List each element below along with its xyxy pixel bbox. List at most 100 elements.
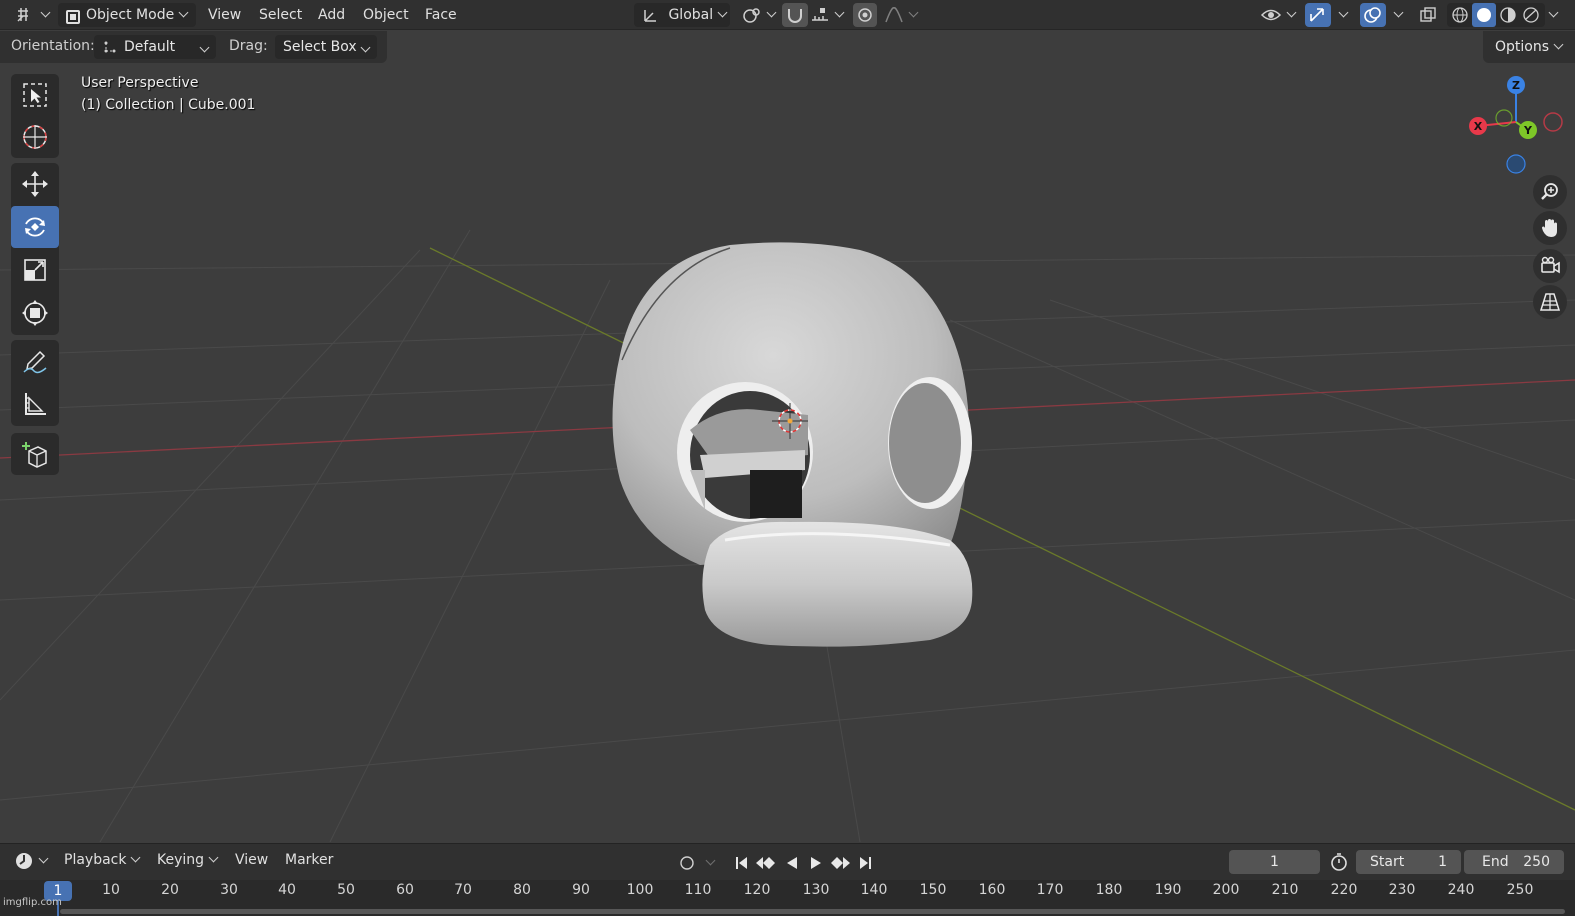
mesh-object[interactable] bbox=[612, 242, 973, 647]
gizmo-toggle[interactable] bbox=[1305, 3, 1331, 27]
camera-view-button[interactable] bbox=[1533, 249, 1567, 283]
solid-shading-button[interactable] bbox=[1472, 3, 1496, 27]
chevron-down-icon bbox=[1553, 39, 1564, 50]
ruler-tick: 10 bbox=[102, 882, 120, 898]
material-shading-icon[interactable] bbox=[1497, 3, 1519, 27]
timeline-ruler[interactable]: 10 20 30 40 50 60 70 80 90 100 110 120 1… bbox=[0, 880, 1575, 916]
ruler-tick: 220 bbox=[1330, 882, 1358, 898]
orientation-value: Default bbox=[124, 39, 176, 55]
next-keyframe-button[interactable] bbox=[829, 853, 851, 873]
end-label: End bbox=[1482, 854, 1509, 870]
falloff-curve-icon bbox=[885, 7, 903, 23]
gizmo-z-label: Z bbox=[1512, 79, 1520, 92]
menu-marker[interactable]: Marker bbox=[285, 852, 333, 868]
cursor-icon bbox=[23, 125, 47, 149]
ruler-tick: 110 bbox=[684, 882, 712, 898]
ruler-tick: 240 bbox=[1447, 882, 1475, 898]
play-button[interactable] bbox=[805, 853, 827, 873]
chevron-down-icon bbox=[766, 7, 777, 18]
overlays-dropdown[interactable] bbox=[1389, 3, 1404, 27]
chevron-down-icon bbox=[40, 7, 51, 18]
editor-type-button[interactable] bbox=[14, 3, 51, 27]
overlays-toggle[interactable] bbox=[1360, 3, 1386, 27]
jump-start-button[interactable] bbox=[730, 853, 752, 873]
proportional-editing-toggle[interactable] bbox=[853, 3, 877, 27]
magnet-icon bbox=[788, 9, 802, 23]
mode-dropdown[interactable]: Object Mode bbox=[58, 3, 196, 27]
tool-measure[interactable] bbox=[11, 383, 59, 425]
overlays-icon bbox=[1364, 7, 1381, 23]
drag-dropdown[interactable]: Select Box bbox=[275, 35, 377, 59]
jump-start-icon bbox=[736, 857, 747, 869]
play-reverse-button[interactable] bbox=[781, 853, 803, 873]
ruler-tick: 30 bbox=[220, 882, 238, 898]
mode-label: Object Mode bbox=[86, 7, 175, 23]
timeline-editor-type-button[interactable] bbox=[14, 851, 49, 871]
menu-view[interactable]: View bbox=[208, 3, 241, 27]
chevron-down-icon bbox=[908, 7, 919, 18]
menu-keying[interactable]: Keying bbox=[157, 852, 219, 868]
tool-cursor[interactable] bbox=[11, 116, 59, 158]
jump-end-button[interactable] bbox=[855, 853, 877, 873]
tool-scale[interactable] bbox=[11, 249, 59, 291]
perspective-toggle-button[interactable] bbox=[1533, 285, 1567, 319]
orientation-dropdown[interactable]: Default bbox=[94, 35, 216, 59]
menu-select[interactable]: Select bbox=[259, 3, 302, 27]
3d-view-icon bbox=[17, 8, 28, 22]
tool-rotate[interactable] bbox=[11, 206, 59, 248]
zoom-button[interactable] bbox=[1533, 175, 1567, 209]
snap-toggle[interactable] bbox=[782, 3, 808, 27]
tool-transform[interactable] bbox=[11, 292, 59, 334]
gizmo-x-label: X bbox=[1474, 120, 1483, 133]
ruler-tick: 120 bbox=[743, 882, 771, 898]
current-frame-field[interactable]: 1 bbox=[1229, 850, 1320, 874]
scale-icon bbox=[24, 259, 46, 281]
wireframe-shading-icon[interactable] bbox=[1449, 3, 1471, 27]
menu-playback[interactable]: Playback bbox=[56, 852, 141, 868]
transform-orientation-dropdown[interactable]: Global bbox=[634, 3, 730, 27]
keying-dropdown[interactable] bbox=[700, 853, 720, 873]
drag-value: Select Box bbox=[283, 39, 357, 55]
gizmo-dropdown[interactable] bbox=[1334, 3, 1349, 27]
select-box-icon bbox=[23, 83, 47, 107]
ruler-tick: 90 bbox=[572, 882, 590, 898]
start-frame-field[interactable]: Start 1 bbox=[1356, 850, 1461, 874]
options-dropdown[interactable]: Options bbox=[1483, 31, 1575, 63]
play-reverse-icon bbox=[787, 857, 797, 869]
menu-add[interactable]: Add bbox=[318, 3, 345, 27]
menu-object[interactable]: Object bbox=[363, 3, 409, 27]
auto-keying-toggle[interactable] bbox=[676, 853, 698, 873]
ruler-tick: 250 bbox=[1506, 882, 1534, 898]
visibility-dropdown[interactable] bbox=[1260, 3, 1297, 27]
xray-toggle[interactable] bbox=[1418, 3, 1438, 27]
pivot-point-dropdown[interactable] bbox=[742, 3, 777, 27]
transform-icon bbox=[22, 300, 48, 326]
menu-timeline-view[interactable]: View bbox=[235, 852, 268, 868]
end-frame-field[interactable]: End 250 bbox=[1464, 850, 1564, 874]
tool-move[interactable] bbox=[11, 163, 59, 205]
ruler-tick: 200 bbox=[1212, 882, 1240, 898]
tool-select-box[interactable] bbox=[11, 74, 59, 116]
ruler-tick: 70 bbox=[454, 882, 472, 898]
prev-keyframe-button[interactable] bbox=[755, 853, 777, 873]
preview-range-toggle[interactable] bbox=[1328, 852, 1350, 872]
tool-add-cube[interactable] bbox=[11, 433, 59, 475]
rendered-shading-icon[interactable] bbox=[1520, 3, 1542, 27]
snap-target-dropdown[interactable] bbox=[810, 3, 845, 27]
chevron-down-icon bbox=[199, 42, 210, 53]
tool-settings-panel: Orientation: Default Drag: Select Box bbox=[0, 31, 387, 63]
timeline-scrollbar[interactable] bbox=[60, 909, 1565, 914]
shading-dropdown[interactable] bbox=[1548, 3, 1559, 27]
tool-annotate[interactable] bbox=[11, 340, 59, 382]
camera-icon bbox=[1541, 256, 1560, 274]
timeline-header: Playback Keying View Marker 1 Start 1 En… bbox=[0, 843, 1575, 880]
chevron-down-icon bbox=[131, 852, 141, 863]
add-cube-icon bbox=[22, 442, 47, 468]
pan-button[interactable] bbox=[1533, 211, 1567, 245]
proportional-icon bbox=[858, 8, 872, 22]
orientation-icon bbox=[644, 10, 656, 22]
proportional-falloff-dropdown[interactable] bbox=[884, 3, 919, 27]
menu-face[interactable]: Face bbox=[425, 3, 457, 27]
navigation-gizmo[interactable]: Z X Y bbox=[1458, 71, 1575, 181]
3d-viewport[interactable]: User Perspective (1) Collection | Cube.0… bbox=[0, 63, 1575, 842]
